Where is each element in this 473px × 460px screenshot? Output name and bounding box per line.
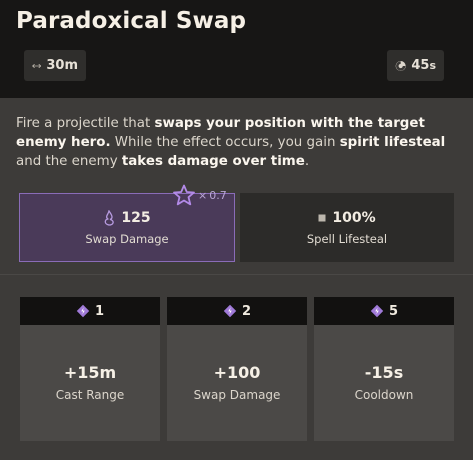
spirit-damage-icon <box>105 209 115 226</box>
spell-lifesteal-label: Spell Lifesteal <box>306 231 388 246</box>
desc-seg-3: spirit lifesteal <box>339 135 446 150</box>
cooldown-value: 45 <box>411 58 430 73</box>
ability-header: Paradoxical Swap 30m 45s <box>0 0 473 98</box>
range-arrows-icon <box>32 63 42 68</box>
desc-seg-2: While the effect occurs, you gain <box>110 135 340 150</box>
range-value: 30m <box>46 58 78 73</box>
desc-seg-4: and the enemy <box>16 154 122 169</box>
ability-point-icon <box>76 304 90 318</box>
section-divider <box>0 274 473 275</box>
swap-damage-value: 125 <box>121 209 151 226</box>
upgrade-tier-number: 2 <box>241 303 252 319</box>
upgrade-card-tier-1: 1 +15m Cast Range <box>20 297 160 441</box>
ability-description: Fire a projectile that swaps your positi… <box>16 114 461 171</box>
cooldown-badge: 45s <box>387 50 444 81</box>
spirit-scaling-value: 0.7 <box>209 188 227 202</box>
spell-lifesteal-value: 100% <box>332 209 376 226</box>
upgrade-tier-number: 1 <box>94 303 105 319</box>
upgrade-label: Cast Range <box>55 388 125 402</box>
lifesteal-square-icon <box>318 214 326 221</box>
ability-title: Paradoxical Swap <box>16 8 247 34</box>
desc-seg-5: takes damage over time <box>121 154 305 169</box>
upgrade-card-tier-5: 5 -15s Cooldown <box>314 297 454 441</box>
upgrade-tier-header: 1 <box>20 297 160 325</box>
swap-damage-label: Swap Damage <box>85 231 169 246</box>
upgrade-value: +100 <box>213 363 261 382</box>
cooldown-unit: s <box>429 59 436 72</box>
upgrade-tier-header: 2 <box>167 297 307 325</box>
upgrade-tier-header: 5 <box>314 297 454 325</box>
upgrade-value: +15m <box>63 363 117 382</box>
ability-point-icon <box>223 304 237 318</box>
upgrade-card-tier-2: 2 +100 Swap Damage <box>167 297 307 441</box>
ability-point-icon <box>370 304 384 318</box>
spirit-scaling-star-icon <box>173 184 195 206</box>
upgrade-label: Swap Damage <box>193 388 281 402</box>
spirit-scaling-x: × <box>198 188 208 202</box>
spirit-scaling-badge: × 0.7 <box>172 184 227 206</box>
cooldown-clock-icon <box>395 60 406 71</box>
upgrade-tier-number: 5 <box>388 303 399 319</box>
upgrade-label: Cooldown <box>354 388 414 402</box>
spell-lifesteal-stat: 100% Spell Lifesteal <box>240 193 454 262</box>
desc-seg-0: Fire a projectile that <box>16 116 155 131</box>
desc-seg-6: . <box>304 154 310 169</box>
upgrade-value: -15s <box>364 363 404 382</box>
range-badge: 30m <box>24 50 86 81</box>
